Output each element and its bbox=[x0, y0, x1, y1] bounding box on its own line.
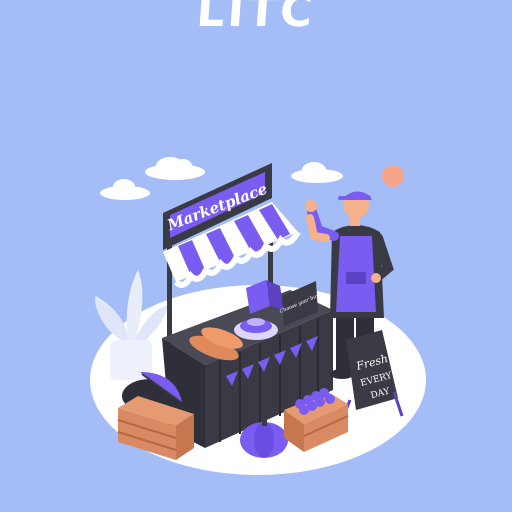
cloud-icon bbox=[145, 157, 205, 180]
cloud-icon bbox=[100, 179, 150, 200]
cloud-icon bbox=[291, 162, 343, 183]
marketplace-illustration: Marketplace Choose your box Fresh EVERY … bbox=[90, 157, 426, 475]
sun-icon bbox=[382, 165, 404, 187]
